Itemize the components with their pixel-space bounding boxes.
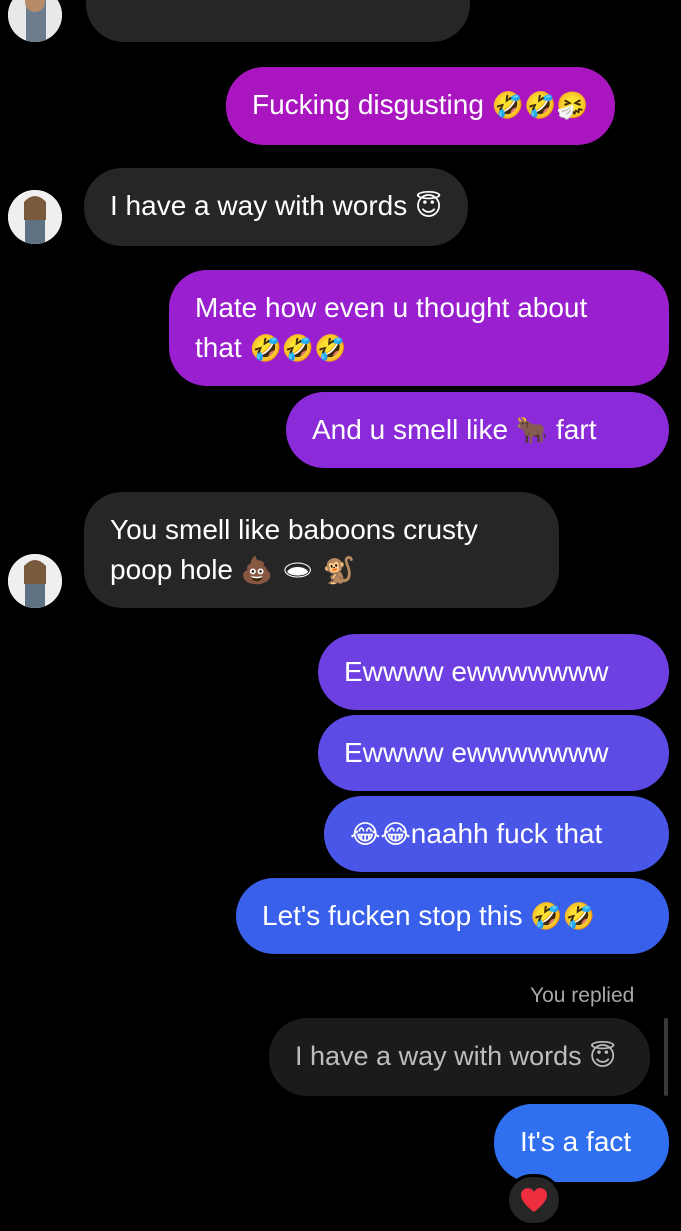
message-bubble-outgoing[interactable]: It's a fact: [494, 1104, 669, 1182]
reply-indicator-bar: [664, 1018, 668, 1096]
message-text: Fucking disgusting: [252, 89, 484, 120]
message-text: And u smell like: [312, 414, 509, 445]
avatar-photo-icon: [8, 190, 62, 244]
laughing-emoji-icon: 🤣🤣: [530, 902, 596, 932]
reply-label: You replied: [530, 984, 635, 1007]
message-text-line: poop hole: [110, 554, 234, 585]
message-bubble-outgoing[interactable]: Ewwww ewwwwwww: [318, 715, 669, 791]
ox-emoji-icon: 🐂: [515, 416, 549, 446]
message-text: fart: [556, 414, 597, 445]
laughing-emoji-icon: 🤣🤣🤧: [491, 91, 589, 121]
tears-of-joy-emoji-icon: 😂😂: [350, 820, 411, 850]
quoted-text: I have a way with words: [295, 1041, 582, 1071]
message-bubble-outgoing[interactable]: Let's fucken stop this 🤣🤣: [236, 878, 669, 954]
message-bubble-incoming[interactable]: I have a way with words 😇: [84, 168, 469, 246]
heart-icon: [521, 1188, 547, 1212]
message-text: Ewwww ewwwwwww: [344, 656, 609, 687]
message-text: Ewwww ewwwwwww: [344, 737, 609, 768]
avatar[interactable]: [8, 190, 62, 244]
halo-emoji-icon: 😇: [589, 1042, 617, 1072]
message-bubble-outgoing[interactable]: Ewwww ewwwwwww: [318, 634, 669, 710]
message-text: naahh fuck that: [410, 818, 603, 849]
avatar[interactable]: [8, 0, 62, 42]
halo-emoji-icon: 😇: [415, 192, 443, 222]
avatar[interactable]: [8, 554, 62, 608]
message-bubble-outgoing[interactable]: 😂😂naahh fuck that: [324, 796, 669, 872]
message-text-line: Mate how even u thought about: [195, 292, 588, 323]
message-bubble-incoming[interactable]: You smell like baboons crusty poop hole …: [84, 492, 559, 608]
message-bubble-outgoing[interactable]: Fucking disgusting 🤣🤣🤧: [226, 67, 615, 145]
message-text-line: You smell like baboons crusty: [110, 514, 478, 545]
message-text: I have a way with words: [110, 190, 408, 221]
avatar-photo-icon: [8, 554, 62, 608]
message-text: It's a fact: [520, 1126, 632, 1157]
quoted-message[interactable]: I have a way with words 😇: [269, 1018, 650, 1096]
message-text-line: that: [195, 332, 242, 363]
avatar-photo-icon: [8, 0, 62, 42]
message-bubble-outgoing[interactable]: Mate how even u thought about that 🤣🤣🤣: [169, 270, 669, 386]
message-bubble-incoming[interactable]: [86, 0, 470, 42]
laughing-emoji-icon: 🤣🤣🤣: [249, 334, 347, 364]
message-bubble-outgoing[interactable]: And u smell like 🐂 fart: [286, 392, 669, 468]
chat-thread[interactable]: Fucking disgusting 🤣🤣🤧 I have a way with…: [0, 0, 681, 1231]
message-reaction[interactable]: [506, 1174, 562, 1226]
poop-hole-monkey-emoji-icon: 💩 🕳 🐒: [240, 556, 356, 586]
message-text: Let's fucken stop this: [262, 900, 523, 931]
